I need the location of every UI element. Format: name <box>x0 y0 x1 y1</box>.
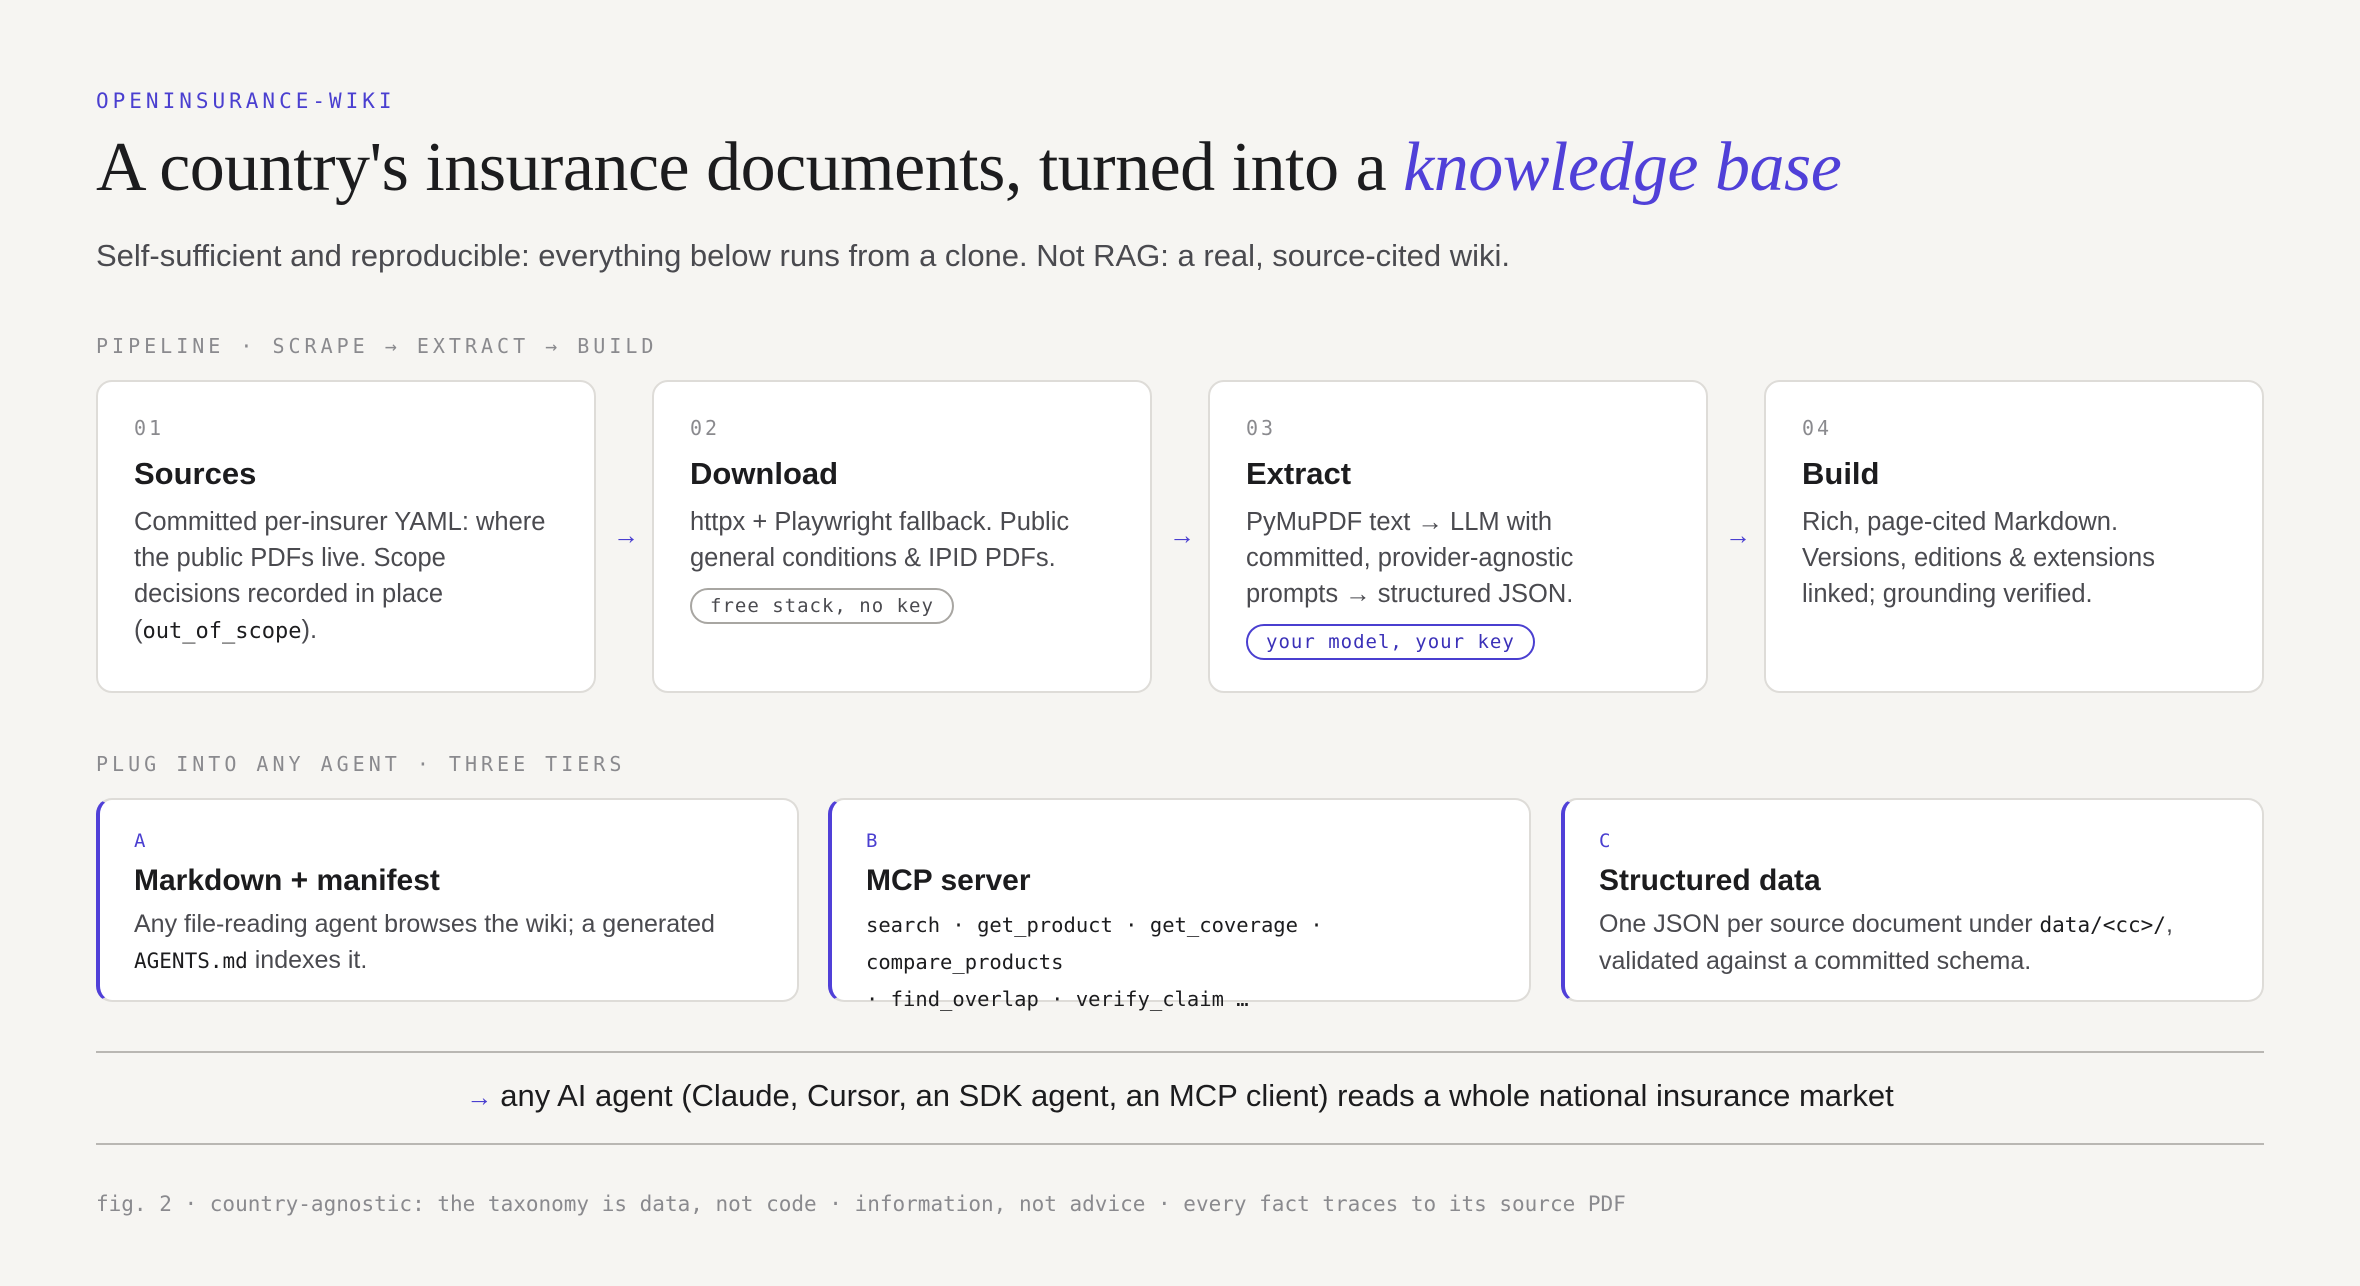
conclusion-arrow-icon: → <box>466 1082 493 1112</box>
step-description: httpx + Playwright fallback. Public gene… <box>690 508 1070 572</box>
step-badge: your model, your key <box>1246 624 1535 660</box>
step-card-extract: 03 Extract PyMuPDF text → LLM with commi… <box>1208 380 1708 693</box>
step-description: Rich, page-cited Markdown. Versions, edi… <box>1802 508 2155 608</box>
step-number: 03 <box>1246 416 1277 440</box>
step-number: 02 <box>690 416 721 440</box>
step-card-download: 02 Download httpx + Playwright fallback.… <box>652 380 1152 693</box>
tier-card-markdown: A Markdown + manifest Any file-reading a… <box>96 798 799 1002</box>
tier-tools-list: search · get_product · get_coverage · co… <box>866 913 1323 1011</box>
agents-md-code: AGENTS.md <box>134 949 248 973</box>
flow-arrow-icon: → <box>1725 520 1751 550</box>
step-number: 04 <box>1802 416 1833 440</box>
data-path-code: data/<cc>/ <box>2039 913 2166 937</box>
divider-bottom <box>96 1143 2264 1145</box>
step-card-sources: 01 Sources Committed per-insurer YAML: w… <box>96 380 596 693</box>
step-description: PyMuPDF text → LLM with committed, provi… <box>1246 508 1574 608</box>
flow-arrow-icon: → <box>1169 520 1195 550</box>
step-title: Sources <box>134 456 257 491</box>
tier-letter: C <box>1599 830 1611 852</box>
tier-letter: A <box>134 830 146 852</box>
tier-description: One JSON per source document under data/… <box>1599 910 2173 975</box>
figure-caption: fig. 2 · country-agnostic: the taxonomy … <box>96 1192 1626 1216</box>
tier-description: Any file-reading agent browses the wiki;… <box>134 910 715 974</box>
conclusion-text: any AI agent (Claude, Cursor, an SDK age… <box>500 1078 1894 1113</box>
tier-title: MCP server <box>866 864 1031 897</box>
divider-top <box>96 1051 2264 1053</box>
title-accent: knowledge base <box>1403 129 1842 206</box>
step-number: 01 <box>134 416 165 440</box>
step-badge: free stack, no key <box>690 588 954 624</box>
scope-code: out_of_scope <box>142 619 302 644</box>
page-subtitle: Self-sufficient and reproducible: everyt… <box>96 238 1511 273</box>
step-description: Committed per-insurer YAML: where the pu… <box>134 508 546 644</box>
tier-title: Markdown + manifest <box>134 864 440 897</box>
tier-card-mcp: B MCP server search · get_product · get_… <box>828 798 1531 1011</box>
step-title: Download <box>690 456 839 491</box>
step-title: Extract <box>1246 456 1352 491</box>
tier-letter: B <box>866 830 878 852</box>
flow-arrow-icon: → <box>613 520 639 550</box>
page-title: A country's insurance documents, turned … <box>96 128 1842 208</box>
tiers-label: PLUG INTO ANY AGENT · THREE TIERS <box>96 752 626 776</box>
step-card-build: 04 Build Rich, page-cited Markdown. Vers… <box>1764 380 2264 693</box>
tier-card-structured: C Structured data One JSON per source do… <box>1561 798 2264 1002</box>
conclusion-line: → any AI agent (Claude, Cursor, an SDK ag… <box>96 1078 2264 1114</box>
tier-title: Structured data <box>1599 864 1821 897</box>
title-main: A country's insurance documents, turned … <box>96 129 1404 206</box>
step-title: Build <box>1802 456 1880 491</box>
project-eyebrow: OPENINSURANCE-WIKI <box>96 89 396 113</box>
pipeline-label: PIPELINE · SCRAPE → EXTRACT → BUILD <box>96 334 658 358</box>
